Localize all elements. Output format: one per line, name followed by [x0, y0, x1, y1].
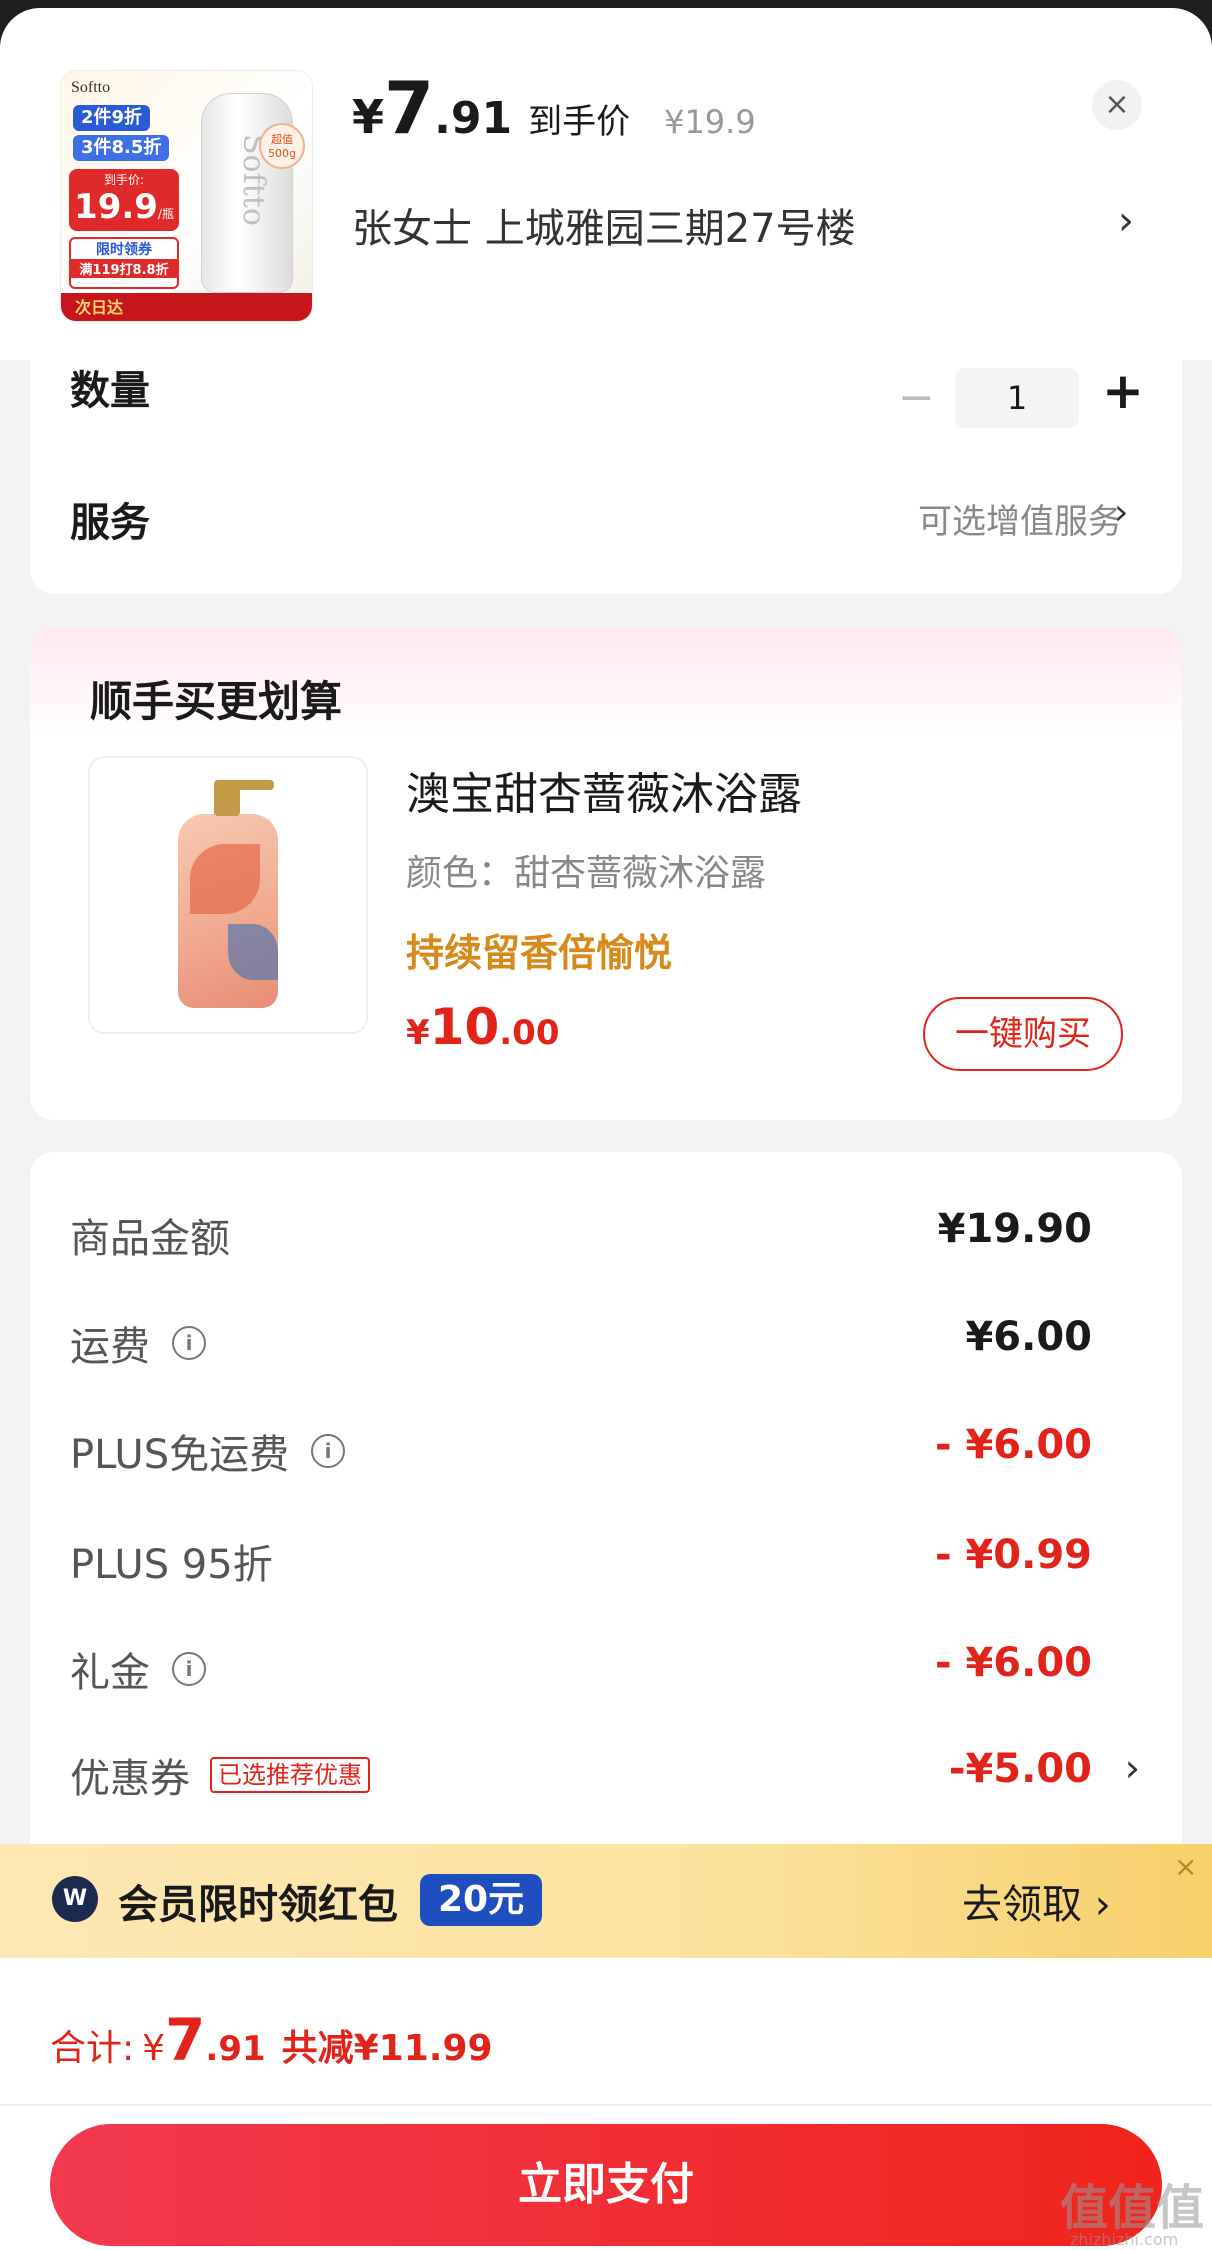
- info-icon[interactable]: i: [172, 1652, 206, 1686]
- product-thumbnail: Softto 2件9折 3件8.5折 到手价: 19.9/瓶 限时领券 满119…: [60, 70, 313, 322]
- fee-value: ¥6.00: [965, 1314, 1092, 1360]
- thumb-limit-title: 限时领券: [96, 242, 152, 258]
- thumb-price-caption: 到手价:: [103, 173, 145, 187]
- fee-label: 运费: [70, 1324, 150, 1370]
- fee-value: - ¥0.99: [934, 1532, 1092, 1578]
- fee-value: ¥19.90: [937, 1206, 1092, 1252]
- checkout-sheet: Softto 2件9折 3件8.5折 到手价: 19.9/瓶 限时领券 满119…: [0, 8, 1212, 2250]
- fee-label: 礼金: [70, 1650, 150, 1696]
- thumb-badge: 超值 500g: [259, 123, 305, 169]
- service-hint[interactable]: 可选增值服务: [918, 494, 1122, 543]
- fee-label: 优惠券: [70, 1756, 190, 1802]
- upsell-title: 顺手买更划算: [90, 677, 343, 726]
- coupon-badge: 已选推荐优惠: [210, 1757, 370, 1793]
- thumb-ribbon: 次日达: [61, 293, 312, 321]
- fee-label-wrap: 礼金 i: [70, 1640, 206, 1698]
- service-chevron-icon[interactable]: ›: [1114, 492, 1128, 533]
- member-promo-banner[interactable]: W 会员限时领红包 20元 去领取 › ×: [0, 1844, 1212, 1958]
- address-chevron-icon[interactable]: ›: [1118, 198, 1134, 244]
- footer-divider: [0, 2104, 1212, 2106]
- upsell-price-dec: .00: [499, 1013, 560, 1053]
- sheet-header: Softto 2件9折 3件8.5折 到手价: 19.9/瓶 限时领券 满119…: [0, 8, 1212, 360]
- original-price: ¥19.9: [664, 103, 756, 141]
- promo-claim-link[interactable]: 去领取 ›: [962, 1872, 1111, 1930]
- price-symbol: ¥: [352, 90, 385, 144]
- total-saved: 共减¥11.99: [281, 2028, 493, 2069]
- fee-row-coupon[interactable]: 优惠券 已选推荐优惠 -¥5.00 ›: [30, 1746, 1182, 1806]
- pay-now-button[interactable]: 立即支付: [50, 2124, 1162, 2246]
- thumb-price: 19.9: [74, 187, 158, 227]
- fee-label: 商品金额: [70, 1216, 230, 1262]
- thumb-pricebox: 到手价: 19.9/瓶: [69, 169, 179, 231]
- upsell-price-symbol: ¥: [406, 1013, 430, 1053]
- checkout-footer: 合计: ¥ 7 .91 共减¥11.99 立即支付: [0, 1958, 1212, 2250]
- fee-row-plus-discount: PLUS 95折 - ¥0.99: [30, 1532, 1182, 1592]
- upsell-product-color: 颜色：甜杏蔷薇沐浴露: [406, 853, 767, 894]
- upsell-product-image[interactable]: [88, 756, 368, 1034]
- fee-row-gift-money: 礼金 i - ¥6.00: [30, 1640, 1182, 1700]
- thumb-tag-3pcs: 3件8.5折: [73, 135, 170, 161]
- fee-label: PLUS免运费: [70, 1432, 290, 1478]
- price-label: 到手价: [528, 102, 631, 142]
- options-card: 数量 − 1 + 服务 可选增值服务 ›: [30, 354, 1182, 594]
- member-icon: W: [52, 1876, 98, 1922]
- info-icon[interactable]: i: [311, 1434, 346, 1468]
- thumb-limit-offer: 满119打8.8折: [71, 259, 177, 278]
- total-dec: .91: [205, 2029, 266, 2069]
- fee-row-plus-shipping: PLUS免运费 i - ¥6.00: [30, 1422, 1182, 1482]
- upsell-slogan: 持续留香倍愉悦: [406, 931, 673, 975]
- promo-close-icon[interactable]: ×: [1174, 1850, 1197, 1883]
- quantity-minus-button[interactable]: −: [898, 372, 935, 423]
- one-click-buy-button[interactable]: 一键购买: [923, 997, 1123, 1071]
- thumb-tag-2pcs: 2件9折: [73, 105, 151, 131]
- upsell-price-int: 10: [429, 998, 500, 1056]
- fee-value: -¥5.00: [948, 1746, 1092, 1792]
- quantity-plus-button[interactable]: +: [1102, 362, 1144, 420]
- price-int: 7: [384, 66, 435, 150]
- price-dec: .91: [434, 93, 513, 144]
- fee-label-wrap: PLUS免运费 i: [70, 1422, 346, 1480]
- delivery-address[interactable]: 张女士 上城雅园三期27号楼: [352, 196, 856, 254]
- fee-label: PLUS 95折: [70, 1542, 273, 1588]
- fee-row-subtotal: 商品金额 ¥19.90: [30, 1206, 1182, 1266]
- total-label: 合计:: [50, 2028, 135, 2069]
- thumb-limit-box: 限时领券 满119打8.8折: [69, 237, 179, 289]
- info-icon[interactable]: i: [172, 1326, 206, 1360]
- service-label: 服务: [70, 500, 150, 546]
- thumb-brand: Softto: [71, 79, 111, 96]
- promo-amount-badge: 20元: [420, 1874, 543, 1926]
- fee-value: - ¥6.00: [934, 1422, 1092, 1468]
- fee-label-wrap: 优惠券 已选推荐优惠: [70, 1746, 370, 1804]
- watermark-logo: 值值值: [1060, 2180, 1205, 2236]
- upsell-price: ¥ 10 .00: [406, 998, 560, 1056]
- fees-card: 商品金额 ¥19.90 运费 i ¥6.00 PLUS免运费 i - ¥6.00…: [30, 1152, 1182, 1912]
- upsell-product-name[interactable]: 澳宝甜杏蔷薇沐浴露: [406, 758, 802, 822]
- fee-value: - ¥6.00: [934, 1640, 1092, 1686]
- total-symbol: ¥: [142, 2028, 166, 2069]
- quantity-input[interactable]: 1: [955, 368, 1079, 428]
- quantity-label: 数量: [70, 368, 150, 414]
- bodywash-bottle-image: [178, 780, 278, 1008]
- watermark-url: zhizhizhi.com: [1070, 2230, 1179, 2249]
- promo-text: 会员限时领红包: [118, 1882, 398, 1928]
- close-icon[interactable]: ×: [1092, 80, 1142, 130]
- coupon-chevron-icon[interactable]: ›: [1125, 1746, 1140, 1790]
- final-price: ¥ 7 .91 到手价 ¥19.9: [352, 72, 756, 144]
- fee-label-wrap: 运费 i: [70, 1314, 206, 1372]
- order-total: 合计: ¥ 7 .91 共减¥11.99: [50, 2006, 493, 2074]
- fee-row-shipping: 运费 i ¥6.00: [30, 1314, 1182, 1374]
- upsell-card: 顺手买更划算 澳宝甜杏蔷薇沐浴露 颜色：甜杏蔷薇沐浴露 持续留香倍愉悦 ¥ 10…: [30, 628, 1182, 1120]
- thumb-price-unit: /瓶: [157, 207, 174, 221]
- total-int: 7: [165, 2006, 206, 2074]
